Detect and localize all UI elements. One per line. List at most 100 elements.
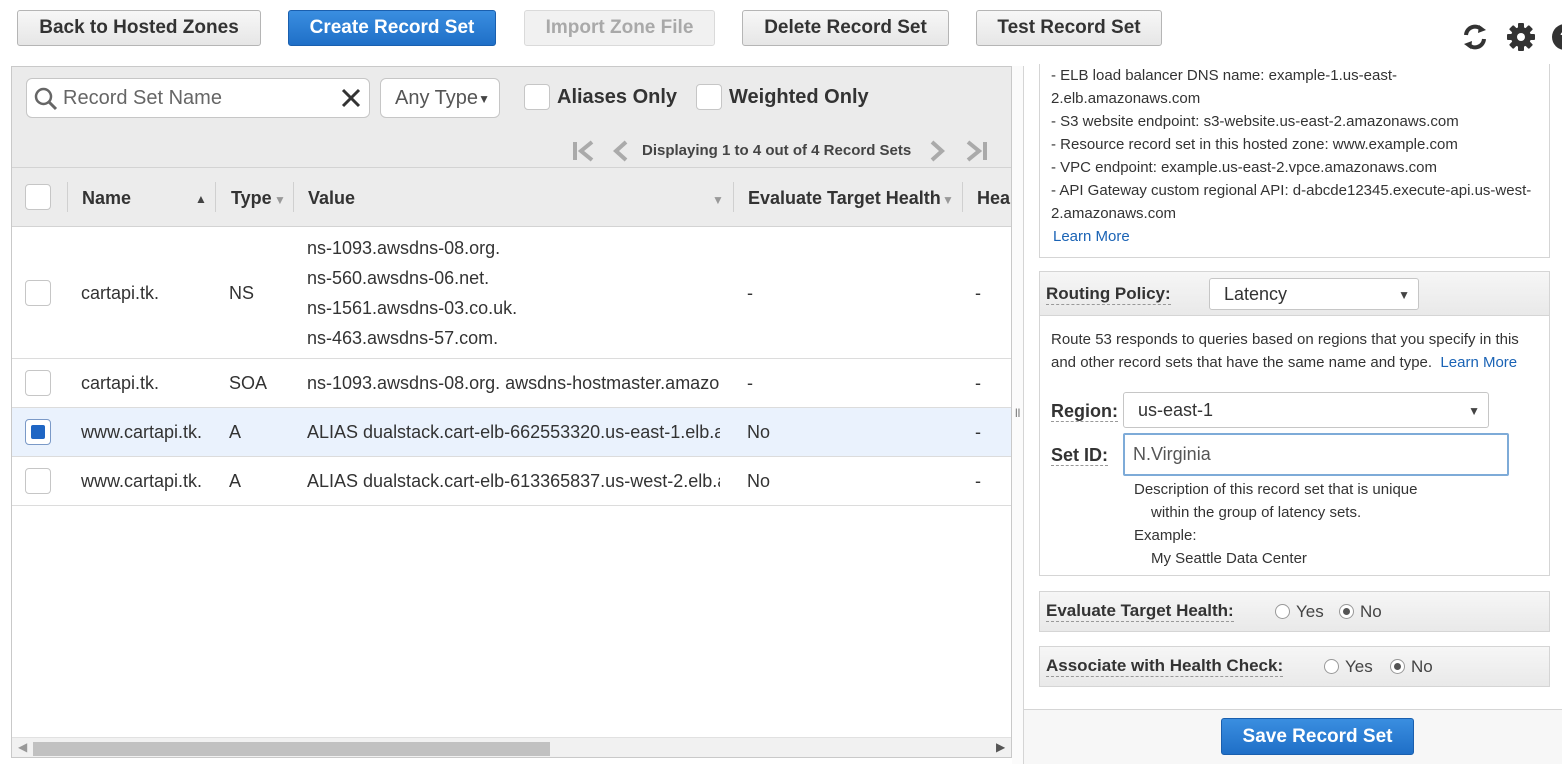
routing-policy-header: Routing Policy: Latency ▼ [1040, 272, 1549, 316]
region-select[interactable]: us-east-1 ▼ [1123, 392, 1489, 428]
chevron-down-icon: ▼ [1468, 404, 1480, 418]
record-type: SOA [229, 373, 268, 393]
chevron-down-icon[interactable]: ▼ [712, 193, 724, 207]
chevron-down-icon[interactable]: ▼ [274, 193, 286, 207]
search-input[interactable] [61, 85, 331, 111]
chevron-down-icon: ▼ [478, 92, 490, 106]
info-line: - Resource record set in this hosted zon… [1051, 136, 1458, 153]
associate-health-check-yes-radio[interactable] [1324, 659, 1339, 674]
set-id-input[interactable] [1123, 433, 1509, 476]
record-type: NS [229, 283, 255, 303]
info-line: - API Gateway custom regional API: d-abc… [1051, 182, 1532, 199]
next-page-icon[interactable] [928, 140, 946, 162]
type-filter-select[interactable]: Any Type ▼ [380, 78, 500, 118]
record-evaluate-target-health: No [747, 422, 771, 442]
filter-bar: Any Type ▼ Aliases Only Weighted Only Di… [12, 67, 1011, 168]
help-icon[interactable]: ? [1550, 22, 1562, 52]
column-header-value[interactable]: Value [308, 188, 355, 209]
column-header-evaluate-target-health[interactable]: Evaluate Target Health [748, 188, 941, 209]
row-checkbox[interactable] [25, 468, 51, 494]
column-header-type[interactable]: Type [231, 188, 272, 209]
info-line: - VPC endpoint: example.us-east-2.vpce.a… [1051, 159, 1438, 176]
record-health-check: - [975, 422, 981, 442]
record-set-editor: - ELB load balancer DNS name: example-1.… [1024, 64, 1562, 764]
splitter-grip-icon[interactable]: ll [1015, 406, 1020, 420]
table-row[interactable]: cartapi.tk. NS ns-1093.awsdns-08.org. ns… [12, 228, 1011, 359]
routing-policy-label: Routing Policy: [1046, 284, 1171, 305]
scroll-left-icon[interactable]: ◀ [18, 740, 27, 754]
record-health-check: - [975, 471, 981, 491]
refresh-icon[interactable] [1460, 22, 1490, 52]
scrollbar-thumb[interactable] [33, 742, 550, 756]
column-header-health-check[interactable]: Hea [977, 188, 1010, 209]
associate-health-check-no-radio[interactable] [1390, 659, 1405, 674]
test-record-set-button[interactable]: Test Record Set [976, 10, 1162, 46]
associate-health-check-no-label: No [1411, 657, 1433, 676]
evaluate-target-health-no-label: No [1360, 602, 1382, 621]
evaluate-target-health-no-radio[interactable] [1339, 604, 1354, 619]
first-page-icon[interactable] [570, 140, 596, 162]
info-line: 2.amazonaws.com [1051, 205, 1177, 222]
info-line: - ELB load balancer DNS name: example-1.… [1051, 67, 1397, 84]
routing-policy-value: Latency [1224, 283, 1288, 304]
scroll-right-icon[interactable]: ▶ [996, 740, 1005, 754]
previous-page-icon[interactable] [612, 140, 630, 162]
row-checkbox[interactable] [25, 280, 51, 306]
learn-more-link[interactable]: Learn More [1053, 228, 1130, 245]
select-all-checkbox[interactable] [25, 184, 51, 210]
record-value: ns-1093.awsdns-08.org. awsdns-hostmaster… [307, 373, 720, 393]
delete-record-set-button[interactable]: Delete Record Set [742, 10, 949, 46]
create-record-set-button[interactable]: Create Record Set [288, 10, 496, 46]
associate-health-check-yes-label: Yes [1345, 657, 1373, 676]
evaluate-target-health-header: Evaluate Target Health: Yes No [1040, 592, 1549, 631]
search-icon [34, 87, 58, 111]
set-id-hint: Example: [1134, 527, 1197, 544]
chevron-down-icon: ▼ [1398, 288, 1410, 302]
weighted-only-label: Weighted Only [729, 86, 869, 108]
evaluate-target-health-yes-label: Yes [1296, 602, 1324, 621]
horizontal-scrollbar[interactable]: ◀ ▶ [12, 737, 1011, 757]
aliases-only-checkbox[interactable] [524, 84, 550, 110]
associate-health-check-section: Associate with Health Check: Yes No [1039, 646, 1550, 687]
record-value: ns-1093.awsdns-08.org. ns-560.awsdns-06.… [307, 233, 722, 353]
routing-learn-more-link[interactable]: Learn More [1440, 354, 1517, 371]
gear-icon[interactable] [1506, 22, 1536, 52]
clear-search-icon[interactable] [341, 88, 361, 108]
set-id-label: Set ID: [1051, 445, 1109, 466]
record-value-line: ns-1561.awsdns-03.co.uk. [307, 298, 518, 318]
info-line: - S3 website endpoint: s3-website.us-eas… [1051, 113, 1459, 130]
pager: Displaying 1 to 4 out of 4 Record Sets [568, 138, 988, 162]
row-checkbox[interactable] [25, 419, 51, 445]
search-box[interactable] [26, 78, 370, 118]
column-header-name[interactable]: Name [82, 188, 131, 209]
associate-health-check-header: Associate with Health Check: Yes No [1040, 647, 1549, 686]
editor-footer: Save Record Set [1024, 709, 1562, 764]
save-record-set-button[interactable]: Save Record Set [1221, 718, 1414, 755]
aliases-only-label: Aliases Only [557, 86, 678, 108]
table-row[interactable]: cartapi.tk. SOA ns-1093.awsdns-08.org. a… [12, 359, 1011, 408]
evaluate-target-health-yes-radio[interactable] [1275, 604, 1290, 619]
record-value: ALIAS dualstack.cart-elb-613365837.us-we… [307, 471, 720, 491]
weighted-only-checkbox[interactable] [696, 84, 722, 110]
routing-policy-select[interactable]: Latency ▼ [1209, 278, 1419, 310]
panel-splitter[interactable]: ll [1012, 66, 1024, 764]
alias-target-info: - ELB load balancer DNS name: example-1.… [1039, 64, 1550, 258]
record-evaluate-target-health: - [747, 373, 753, 393]
record-value-line: ns-560.awsdns-06.net. [307, 268, 490, 288]
associate-health-check-label: Associate with Health Check: [1046, 656, 1284, 677]
record-name: www.cartapi.tk. [81, 422, 203, 442]
record-type: A [229, 471, 242, 491]
table-row[interactable]: www.cartapi.tk. A ALIAS dualstack.cart-e… [12, 408, 1011, 457]
last-page-icon[interactable] [964, 140, 990, 162]
back-to-hosted-zones-button[interactable]: Back to Hosted Zones [17, 10, 261, 46]
table-row[interactable]: www.cartapi.tk. A ALIAS dualstack.cart-e… [12, 457, 1011, 506]
sort-ascending-icon[interactable]: ▲ [195, 192, 207, 206]
row-checkbox[interactable] [25, 370, 51, 396]
record-value: ALIAS dualstack.cart-elb-662553320.us-ea… [307, 422, 720, 442]
evaluate-target-health-label: Evaluate Target Health: [1046, 601, 1234, 622]
chevron-down-icon[interactable]: ▼ [942, 193, 954, 207]
set-id-hint: My Seattle Data Center [1151, 550, 1307, 567]
type-filter-value: Any Type [395, 86, 479, 109]
record-evaluate-target-health: - [747, 283, 753, 303]
evaluate-target-health-section: Evaluate Target Health: Yes No [1039, 591, 1550, 632]
